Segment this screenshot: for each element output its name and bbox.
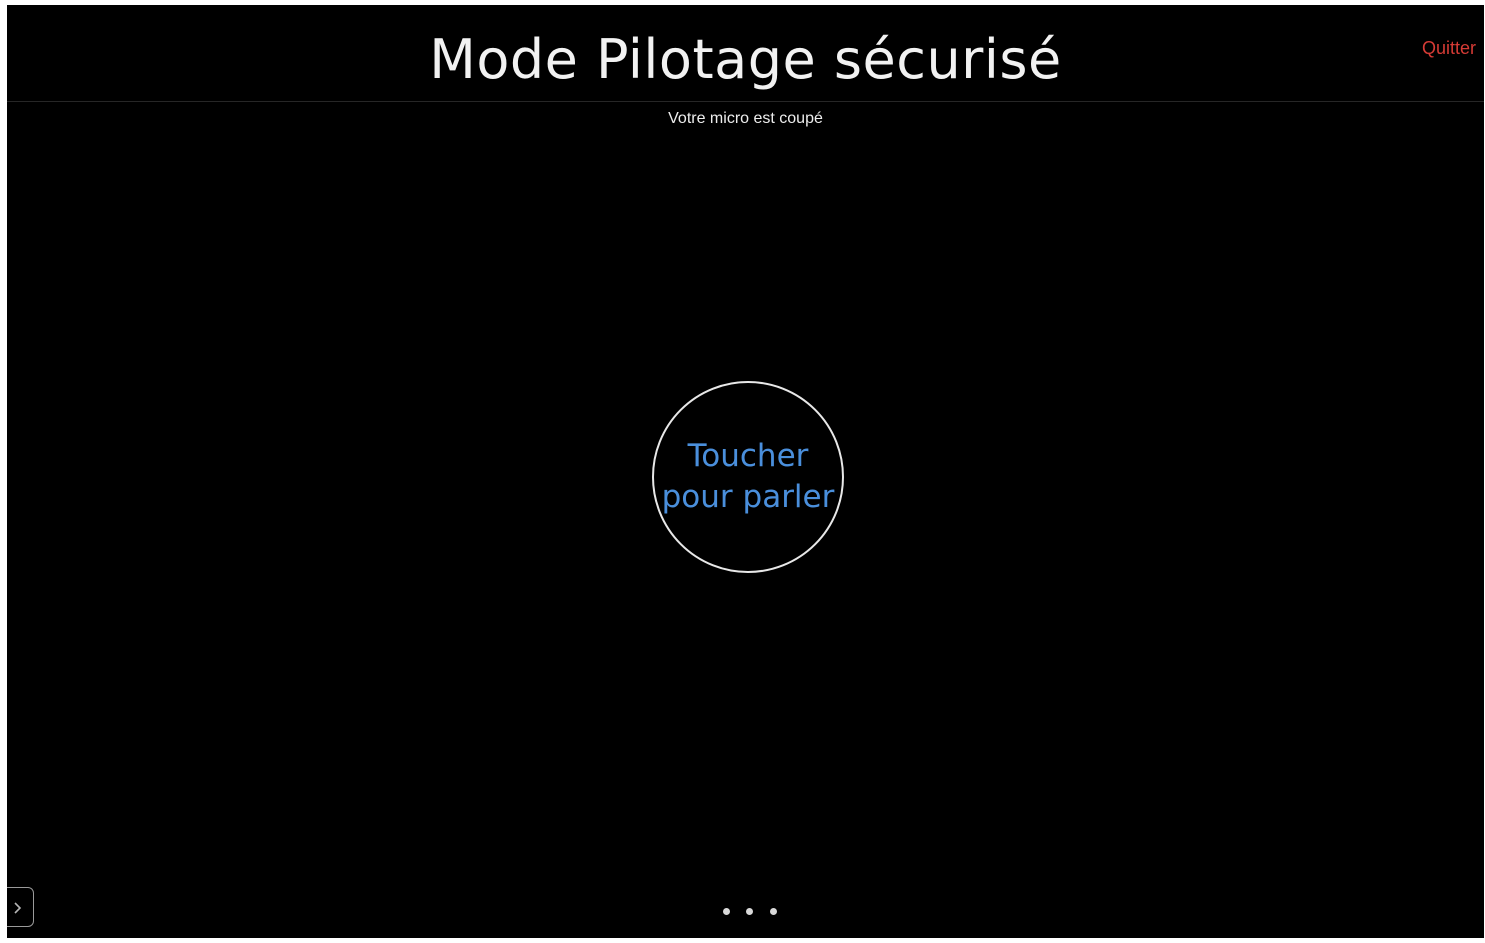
header-bar: Mode Pilotage sécurisé Quitter xyxy=(7,5,1484,102)
page-dot xyxy=(746,908,753,915)
page-dot xyxy=(770,908,777,915)
tap-to-talk-label-line1: Toucher xyxy=(687,438,809,474)
chevron-right-icon xyxy=(14,902,22,914)
quit-button[interactable]: Quitter xyxy=(1422,37,1476,59)
safe-driving-screen: Mode Pilotage sécurisé Quitter Votre mic… xyxy=(7,5,1484,938)
side-panel-toggle[interactable] xyxy=(7,887,34,927)
page-title: Mode Pilotage sécurisé xyxy=(429,28,1062,91)
page-indicator xyxy=(719,908,779,916)
page-dot xyxy=(723,908,730,915)
mic-status-text: Votre micro est coupé xyxy=(668,110,823,127)
tap-to-talk-label-line2: pour parler xyxy=(661,479,835,515)
tap-to-talk-button[interactable]: Toucher pour parler xyxy=(652,381,844,573)
